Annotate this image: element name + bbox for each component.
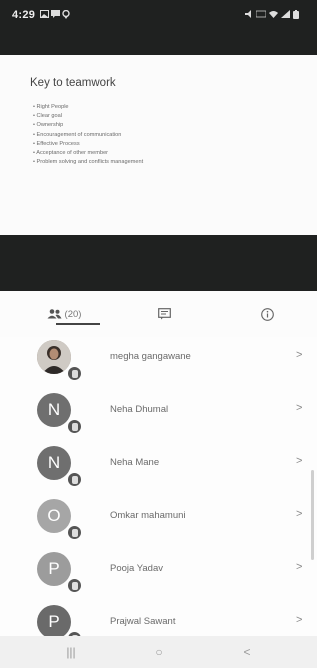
info-icon [260,307,274,321]
slide-title: Key to teamwork [30,77,116,89]
chevron-right-icon: > [296,349,303,361]
mute-icon [245,10,253,21]
dark-band [0,235,317,291]
tab-bar: (20) [0,291,317,337]
participant-row[interactable]: O Omkar mahamuni > [0,496,317,549]
participant-name: Omkar mahamuni [110,510,186,521]
participant-row[interactable]: N Neha Dhumal > [0,390,317,443]
slide-bullet: Acceptance of other member [33,149,143,158]
scrollbar[interactable] [311,470,314,560]
slide-bullet: Effective Process [33,140,143,149]
shared-slide: Key to teamwork Right People Clear goal … [0,55,317,235]
lte-icon [255,10,267,21]
recents-button[interactable]: ||| [56,641,86,663]
tab-info[interactable] [253,301,281,327]
mic-muted-icon [66,524,83,541]
location-icon [62,9,70,22]
wifi-icon [269,10,278,21]
chevron-right-icon: > [296,561,303,573]
slide-bullet: Ownership [33,121,143,130]
slide-bullet: Encouragement of communication [33,131,143,140]
slide-bullet: Problem solving and conflicts management [33,158,144,167]
gallery-icon [40,10,49,21]
mic-muted-icon [66,365,83,382]
participant-name: megha gangawane [110,351,191,362]
message-icon [51,10,60,21]
participant-name: Pooja Yadav [110,563,163,574]
participant-name: Prajwal Sawant [110,616,176,627]
mic-muted-icon [66,577,83,594]
participant-name: Neha Dhumal [110,404,169,415]
participant-row[interactable]: megha gangawane > [0,337,317,390]
people-icon [47,309,62,319]
chevron-right-icon: > [296,402,303,414]
tab-chat[interactable] [150,301,178,327]
chevron-right-icon: > [296,614,303,626]
slide-bullet: Right People [33,103,143,112]
participants-count: (20) [64,308,82,320]
battery-icon [293,10,299,22]
signal-icon [281,10,290,21]
slide-bullet-list: Right People Clear goal Ownership Encour… [33,103,143,167]
active-tab-indicator [56,323,100,325]
participant-row[interactable]: P Pooja Yadav > [0,549,317,602]
status-bar: 4:29 [0,0,317,55]
screen: 4:29 Key to teamwork Right People [0,0,317,668]
chat-icon [157,308,171,320]
participant-name: Neha Mane [110,457,160,468]
chevron-right-icon: > [296,508,303,520]
chevron-right-icon: > [296,455,303,467]
back-button[interactable]: < [232,641,262,663]
participant-row[interactable]: N Neha Mane > [0,443,317,496]
system-nav-bar: ||| ○ < [0,636,317,668]
mic-muted-icon [66,418,83,435]
slide-bullet: Clear goal [33,112,143,121]
participant-list: megha gangawane > N Neha Dhumal > N Neha… [0,337,317,655]
home-button[interactable]: ○ [144,641,174,663]
mic-muted-icon [66,471,83,488]
status-time: 4:29 [12,9,36,21]
